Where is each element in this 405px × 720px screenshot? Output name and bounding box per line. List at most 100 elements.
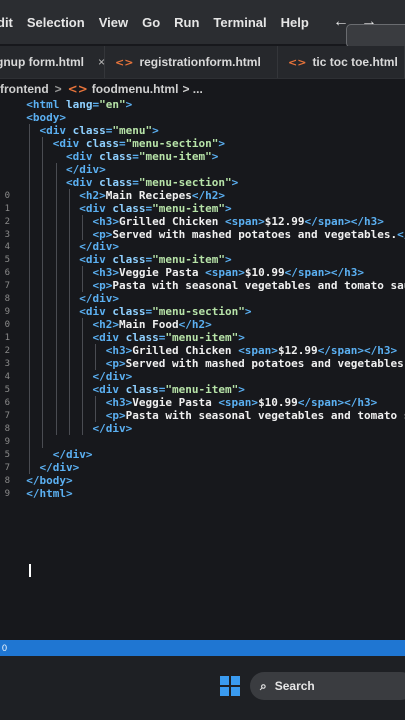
tab-registrationform[interactable]: <> registrationform.html (105, 46, 278, 78)
code-token: </p (397, 227, 405, 241)
line-number: 9 (4, 436, 10, 447)
code-editor[interactable]: 012345678901234567895789 <html lang="en"… (0, 98, 405, 638)
code-token: $10.99 (258, 395, 298, 409)
code-line: <div class="menu-item"> (13, 382, 244, 396)
breadcrumb-folder[interactable]: frontend (0, 82, 49, 96)
code-line: <div class="menu-item"> (13, 253, 231, 267)
command-center-box[interactable] (346, 24, 405, 48)
code-token: = (132, 149, 139, 163)
code-token: </div> (39, 460, 80, 474)
code-token: class (125, 382, 159, 396)
code-line: <p>Pasta with seasonal vegetables and to… (13, 409, 405, 422)
indent-guide (82, 214, 83, 241)
tab-label: tic toc toe.html (312, 55, 398, 69)
code-token: </h2> (191, 188, 225, 202)
line-number: 5 (4, 449, 10, 460)
code-token: <div (39, 123, 73, 137)
breadcrumb-file[interactable]: foodmenu.html (92, 82, 179, 96)
code-token: $12.99 (277, 344, 318, 358)
tab-bar: gnup form.html × <> registrationform.htm… (0, 46, 405, 79)
menu-item-run[interactable]: Run (174, 15, 199, 30)
code-line: </body> (13, 474, 72, 487)
code-token: </div> (92, 369, 133, 383)
line-number: 7 (4, 462, 10, 473)
line-number: 9 (4, 488, 10, 499)
line-number: 7 (4, 281, 10, 292)
tab-tic-toc-toe[interactable]: <> tic toc toe.html (278, 46, 405, 78)
line-number: 3 (4, 359, 10, 369)
code-token: <h3> (92, 214, 119, 228)
code-token: <p> (92, 279, 113, 293)
code-line: <div class="menu"> (13, 124, 159, 137)
code-token: <div (92, 382, 126, 396)
menu-item-view[interactable]: View (99, 15, 128, 30)
code-token: "menu-section" (125, 136, 219, 150)
code-line: <p>Served with mashed potatoes and veget… (13, 357, 405, 370)
code-line: <div class="menu-item"> (13, 201, 231, 215)
menu-item-help[interactable]: Help (281, 15, 309, 30)
code-token: <div (65, 175, 100, 189)
line-number: 5 (4, 384, 10, 395)
code-token: Main Reciepes (105, 188, 192, 202)
code-token: </div> (79, 240, 119, 254)
code-token: Served with mashed potatoes and vegetabl… (125, 357, 405, 370)
code-token: class (99, 149, 133, 163)
tab-signup-form[interactable]: gnup form.html × (0, 46, 105, 78)
code-token: class (85, 136, 119, 150)
code-token: </span></h3> (297, 395, 378, 409)
code-token: > (152, 123, 159, 137)
code-token: <body> (26, 110, 66, 124)
indent-guide (95, 344, 97, 370)
status-bar: 0 (0, 640, 405, 656)
code-line: <div class="menu-section"> (13, 137, 225, 150)
code-token: <div (65, 149, 100, 163)
code-token: class (112, 201, 146, 215)
code-token: Pasta with seasonal vegetables and tomat… (112, 279, 405, 293)
code-line: <h3>Veggie Pasta <span>$10.99</span></h3… (13, 395, 378, 409)
code-token: $12.99 (264, 214, 305, 228)
menu-item-terminal[interactable]: Terminal (213, 15, 266, 30)
code-token: class (72, 123, 106, 137)
code-token: > (211, 149, 219, 163)
code-token: Veggie Pasta (132, 395, 219, 409)
windows-start-icon[interactable] (220, 676, 240, 696)
code-token: Grilled Chicken (118, 214, 225, 228)
code-token: </div> (65, 162, 106, 176)
code-token: </div> (92, 421, 133, 435)
code-line: <div class="menu-section"> (13, 305, 251, 318)
breadcrumb-separator: > (54, 82, 62, 96)
code-token: "menu-item" (152, 253, 225, 267)
code-token: <span> (205, 266, 245, 280)
indent-guide (68, 188, 70, 435)
indent-guide (55, 162, 57, 435)
menu-item-go[interactable]: Go (142, 15, 160, 30)
indent-guide (82, 318, 83, 435)
code-token: $10.99 (244, 266, 285, 280)
code-line: </div> (13, 163, 106, 176)
code-token: Grilled Chicken (132, 344, 239, 358)
html-file-icon: <> (288, 55, 307, 69)
code-token: class (125, 331, 159, 345)
code-line: <p>Served with mashed potatoes and veget… (13, 228, 405, 241)
taskbar-search[interactable]: ⌕ Search (250, 672, 405, 700)
code-token: <span> (238, 344, 278, 358)
menu-item-dit[interactable]: dit (0, 15, 13, 30)
menu-item-selection[interactable]: Selection (27, 15, 85, 30)
code-line: </html> (13, 487, 72, 500)
code-token: Pasta with seasonal vegetables and tomat… (125, 408, 405, 422)
code-token: <h2> (79, 188, 106, 202)
line-number: 4 (4, 242, 10, 253)
line-number: 2 (4, 216, 10, 227)
code-line: </div> (13, 448, 93, 461)
html-file-icon: <> (67, 82, 88, 96)
code-token: class (99, 175, 133, 189)
line-number: 2 (4, 346, 10, 357)
code-token: "menu" (112, 123, 153, 137)
code-token: "menu-item" (138, 149, 212, 163)
code-token: <h3> (105, 344, 133, 358)
code-line: <html lang="en"> (13, 98, 132, 111)
code-token: Served with mashed potatoes and vegetabl… (112, 227, 398, 241)
close-icon[interactable]: × (98, 55, 105, 69)
code-token: class (112, 305, 146, 319)
code-token: <h3> (105, 395, 133, 409)
